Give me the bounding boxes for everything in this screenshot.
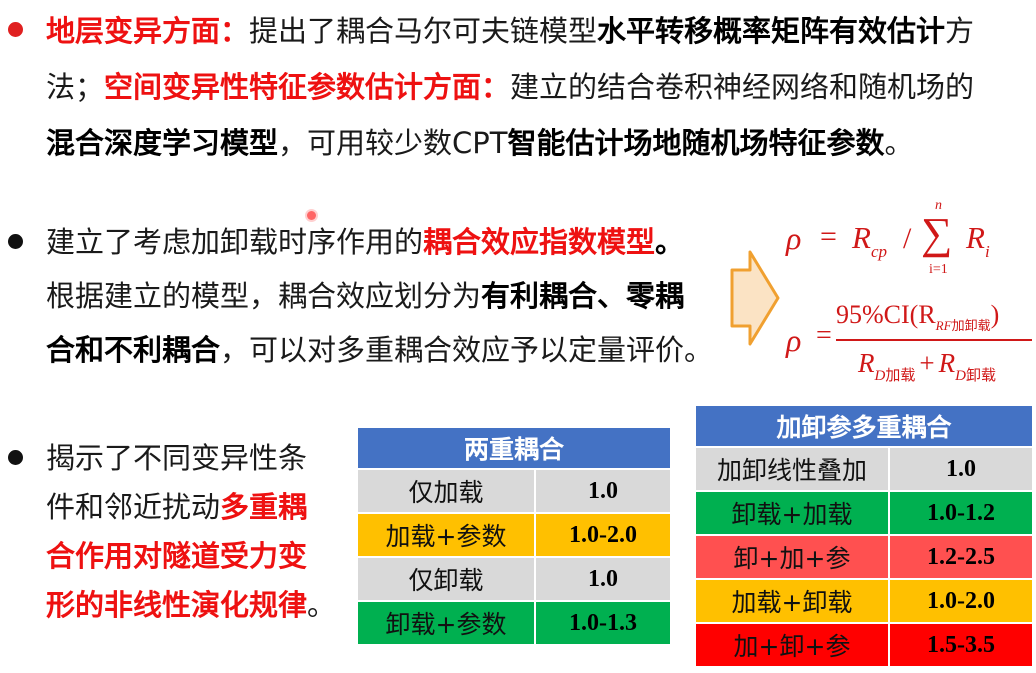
s2-bold-2: 有利耦合、零耦	[481, 279, 685, 313]
s3-text-2: 件和邻近扰动	[46, 490, 221, 524]
s1-start-2: 法；	[46, 70, 105, 104]
table-row: 加卸线性叠加 1.0	[694, 446, 1034, 492]
table-cell-label: 卸+加+参	[694, 534, 890, 580]
s1-line1: 地层变异方面：提出了耦合马尔可夫链模型水平转移概率矩阵有效估计方	[46, 17, 974, 46]
s2-text-2: 根据建立的模型，耦合效应划分为	[46, 279, 482, 313]
s3-line4: 形的非线性演化规律。	[46, 591, 336, 620]
table-row: 卸载+加载 1.0-1.2	[694, 490, 1034, 536]
s1-bold-3: 混合深度学习模型	[46, 126, 279, 160]
pointer-dot	[307, 211, 316, 220]
table-cell-value: 1.0-1.3	[534, 600, 672, 646]
f2-rho: ρ	[786, 322, 802, 358]
table-cell-label: 加卸线性叠加	[694, 446, 890, 492]
table-cell-value: 1.0-1.2	[888, 490, 1034, 536]
s1-text-1: 提出了耦合马尔可夫链模型	[249, 14, 598, 48]
table-cell-label: 加+卸+参	[694, 622, 890, 668]
table-cell-value: 1.0-2.0	[534, 512, 672, 558]
s3-line2: 件和邻近扰动多重耦	[46, 493, 307, 522]
f1-rho: ρ	[786, 220, 802, 256]
table-row: 仅加载 1.0	[356, 468, 672, 514]
s1-text-2: 建立的结合卷积神经网络和随机场的	[510, 70, 975, 104]
s1-bold-3b: 智能估计场地随机场特征参数	[507, 126, 885, 160]
s3-red-2: 多重耦	[220, 490, 308, 524]
s1-red-heading-2: 空间变异性特征参数估计方面：	[104, 70, 511, 104]
s1-tail-1: 方	[945, 14, 975, 48]
s2-text-1: 建立了考虑加卸载时序作用的	[46, 225, 424, 259]
s1-line3: 混合深度学习模型，可用较少数CPT智能估计场地随机场特征参数。	[46, 129, 914, 158]
s2-line1: 建立了考虑加卸载时序作用的耦合效应指数模型。	[46, 228, 684, 257]
table-row: 卸载+参数 1.0-1.3	[356, 600, 672, 646]
table-multi-coupling: 加卸参多重耦合 加卸线性叠加 1.0 卸载+加载 1.0-1.2 卸+加+参 1…	[694, 404, 1034, 668]
s3-red-4: 形的非线性演化规律	[46, 588, 308, 622]
table-row: 加载+参数 1.0-2.0	[356, 512, 672, 558]
table-double-coupling: 两重耦合 仅加载 1.0 加载+参数 1.0-2.0 仅卸载 1.0 卸载+参数…	[356, 426, 672, 646]
s3-line3: 合作用对隧道受力变	[46, 542, 307, 571]
table-row: 卸+加+参 1.2-2.5	[694, 534, 1034, 580]
table-cell-label: 卸载+参数	[356, 600, 536, 646]
s2-line2: 根据建立的模型，耦合效应划分为有利耦合、零耦	[46, 282, 684, 311]
f1-sum: ∑	[921, 209, 953, 258]
s3-line1: 揭示了不同变异性条	[46, 444, 307, 473]
s1-text-3: ，可用较少数CPT	[278, 126, 508, 160]
table-row: 加载+卸载 1.0-2.0	[694, 578, 1034, 624]
f1-sum-top: n	[935, 198, 942, 213]
bullet-1	[8, 22, 23, 37]
f2-eq: =	[816, 320, 832, 351]
f1-r: Rcp	[852, 220, 887, 261]
f1-eq: =	[820, 220, 837, 253]
table-cell-value: 1.5-3.5	[888, 622, 1034, 668]
table-cell-label: 卸载+加载	[694, 490, 890, 536]
table-cell-label: 加载+卸载	[694, 578, 890, 624]
table-cell-value: 1.0	[534, 556, 672, 602]
s1-red-heading-1: 地层变异方面：	[46, 14, 250, 48]
right-arrow-icon	[730, 250, 780, 346]
table-cell-value: 1.0	[534, 468, 672, 514]
table-cell-label: 仅加载	[356, 468, 536, 514]
f1-sum-bot: i=1	[929, 262, 948, 277]
table-cell-label: 仅卸载	[356, 556, 536, 602]
s1-bold-1: 水平转移概率矩阵有效估计	[597, 14, 946, 48]
bullet-3	[8, 450, 23, 465]
f2-numerator: 95%CI(RRF加卸载)	[836, 300, 1000, 334]
f2-denominator: RD加载 + RD卸载	[858, 348, 996, 384]
table-double-header: 两重耦合	[356, 426, 672, 470]
s3-red-3: 合作用对隧道受力变	[46, 539, 308, 573]
s2-text-3: ，可以对多重耦合效应予以定量评价。	[220, 333, 714, 367]
table-multi-header: 加卸参多重耦合	[694, 404, 1034, 448]
s2-end-1: 。	[655, 225, 685, 259]
s2-red-1: 耦合效应指数模型	[423, 225, 656, 259]
f2-fraction-bar	[836, 339, 1032, 341]
table-cell-label: 加载+参数	[356, 512, 536, 558]
s1-end-3: 。	[884, 126, 914, 160]
s2-line3: 合和不利耦合，可以对多重耦合效应予以定量评价。	[46, 336, 713, 365]
table-cell-value: 1.2-2.5	[888, 534, 1034, 580]
f1-ri: Ri	[966, 220, 990, 261]
table-row: 仅卸载 1.0	[356, 556, 672, 602]
s2-bold-3: 合和不利耦合	[46, 333, 221, 367]
s1-line2: 法；空间变异性特征参数估计方面：建立的结合卷积神经网络和随机场的	[46, 73, 974, 102]
s3-end-4: 。	[307, 588, 337, 622]
table-row: 加+卸+参 1.5-3.5	[694, 622, 1034, 668]
s3-text-1: 揭示了不同变异性条	[46, 441, 308, 475]
table-cell-value: 1.0	[888, 446, 1034, 492]
bullet-2	[8, 234, 23, 249]
table-cell-value: 1.0-2.0	[888, 578, 1034, 624]
f1-slash: /	[903, 222, 912, 255]
